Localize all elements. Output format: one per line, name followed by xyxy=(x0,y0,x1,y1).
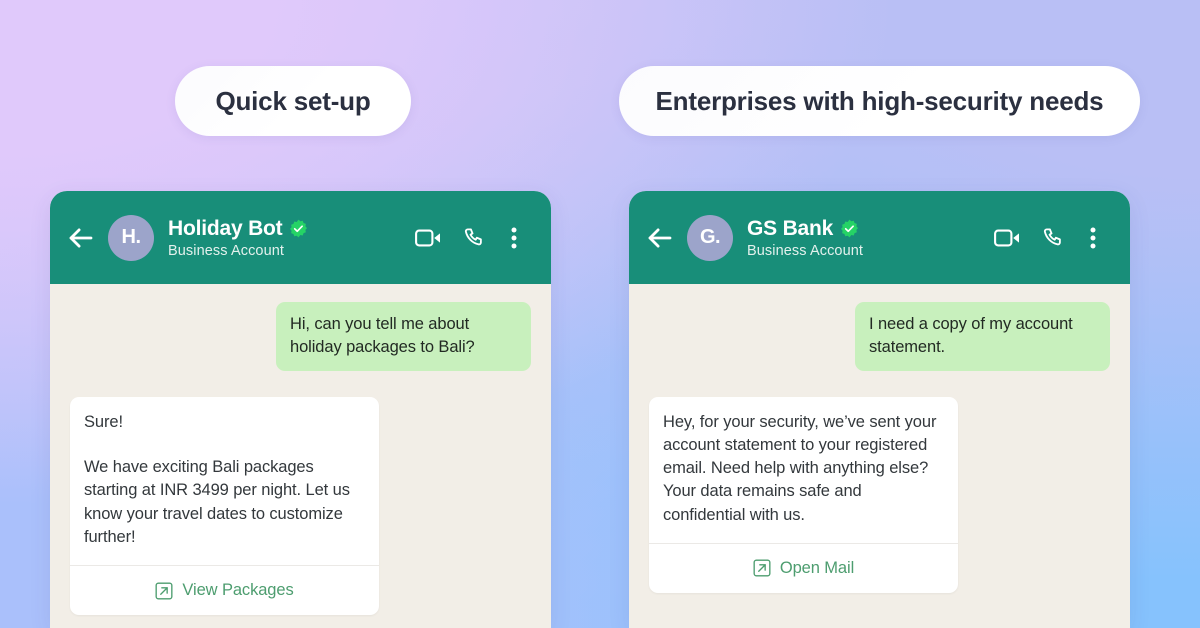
contact-name: Holiday Bot xyxy=(168,216,283,240)
contact-identity[interactable]: GS Bank Business Account xyxy=(747,217,984,259)
video-call-icon[interactable] xyxy=(984,221,1030,255)
card-body: Sure! We have exciting Bali packages sta… xyxy=(70,397,379,566)
pill-label-quick-setup: Quick set-up xyxy=(175,66,411,136)
header-actions xyxy=(984,221,1110,255)
card-action-label: Open Mail xyxy=(779,558,855,577)
card-body: Hey, for your security, we’ve sent your … xyxy=(649,397,958,543)
more-options-icon[interactable] xyxy=(1076,221,1110,255)
external-link-icon xyxy=(155,582,173,600)
card-paragraph: Hey, for your security, we’ve sent your … xyxy=(663,412,937,524)
chat-panel-holiday-bot: H. Holiday Bot Business Account Hi, can … xyxy=(50,191,551,628)
chat-header: G. GS Bank Business Account xyxy=(629,191,1130,284)
incoming-message-card: Sure! We have exciting Bali packages sta… xyxy=(70,396,379,616)
more-options-icon[interactable] xyxy=(497,221,531,255)
voice-call-icon[interactable] xyxy=(451,221,497,255)
chat-panel-gs-bank: G. GS Bank Business Account I need a cop… xyxy=(629,191,1130,628)
verified-badge-icon xyxy=(289,219,308,238)
avatar[interactable]: G. xyxy=(687,214,733,261)
card-action-label: View Packages xyxy=(182,581,294,600)
pill-label-text: Enterprises with high-security needs xyxy=(655,85,1104,116)
pill-label-text: Quick set-up xyxy=(215,85,371,116)
verified-badge-icon xyxy=(840,219,859,238)
card-paragraph: We have exciting Bali packages starting … xyxy=(84,458,350,546)
view-packages-button[interactable]: View Packages xyxy=(70,565,379,615)
outgoing-message-bubble: Hi, can you tell me about holiday packag… xyxy=(276,302,531,371)
voice-call-icon[interactable] xyxy=(1030,221,1076,255)
avatar-initials: G. xyxy=(699,226,721,248)
incoming-message-card: Hey, for your security, we’ve sent your … xyxy=(649,396,958,593)
back-arrow-icon[interactable] xyxy=(66,223,96,253)
outgoing-message-bubble: I need a copy of my account statement. xyxy=(855,302,1110,371)
pill-label-enterprises: Enterprises with high-security needs xyxy=(619,66,1140,136)
back-arrow-icon[interactable] xyxy=(645,223,675,253)
chat-message-list: Hi, can you tell me about holiday packag… xyxy=(50,284,551,628)
chat-header: H. Holiday Bot Business Account xyxy=(50,191,551,284)
open-mail-button[interactable]: Open Mail xyxy=(649,542,958,593)
contact-identity[interactable]: Holiday Bot Business Account xyxy=(168,217,405,259)
header-actions xyxy=(405,221,531,255)
chat-message-list: I need a copy of my account statement. H… xyxy=(629,284,1130,628)
contact-subtitle: Business Account xyxy=(747,242,864,259)
contact-subtitle: Business Account xyxy=(168,242,285,259)
video-call-icon[interactable] xyxy=(405,221,451,255)
avatar-initials: H. xyxy=(121,226,142,248)
avatar[interactable]: H. xyxy=(108,214,154,261)
external-link-icon xyxy=(753,559,771,577)
contact-name: GS Bank xyxy=(747,216,834,240)
card-paragraph: Sure! xyxy=(84,412,123,431)
